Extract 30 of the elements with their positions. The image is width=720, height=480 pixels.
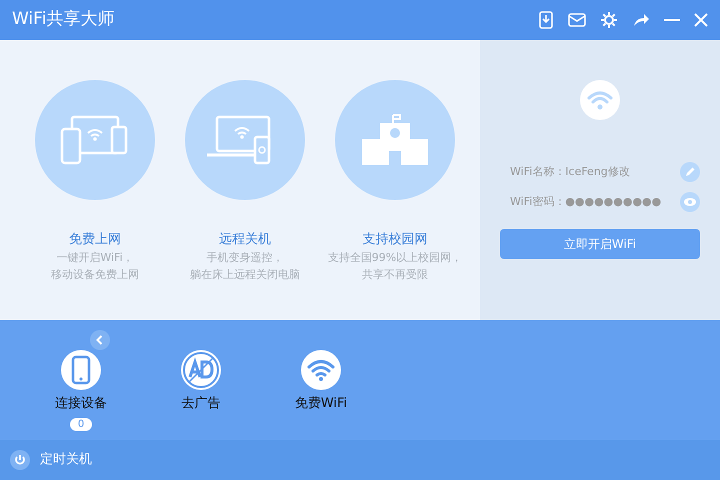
tool-label[interactable]: 去广告 <box>182 395 220 413</box>
device-count: 0 <box>70 418 92 431</box>
no-ads-icon[interactable] <box>181 350 221 390</box>
power-icon[interactable] <box>10 450 30 470</box>
wifi-name-label: WiFi名称：IceFeng修改 <box>510 164 630 180</box>
devices-icon <box>60 115 130 165</box>
feature-description: 躺在床上远程关闭电脑 <box>190 267 300 283</box>
mail-icon[interactable] <box>568 13 586 27</box>
share-arrow-icon[interactable] <box>632 13 650 27</box>
collapse-icon[interactable] <box>90 330 110 350</box>
feature-title: 支持校园网 <box>362 231 428 249</box>
school-building-icon <box>360 113 430 167</box>
phone-icon[interactable] <box>61 350 101 390</box>
wifi-icon <box>580 80 620 120</box>
feature-description: 移动设备免费上网 <box>51 267 139 283</box>
feature-description: 手机变身遥控， <box>206 250 284 266</box>
wifi-icon[interactable] <box>301 350 341 390</box>
wifi-password-label: WiFi密码：●●●●●●●●●● <box>510 194 662 210</box>
phone-download-icon[interactable] <box>538 11 554 29</box>
feature-title: 免费上网 <box>69 231 121 249</box>
settings-icon[interactable] <box>600 11 618 29</box>
tool-label[interactable]: 免费WiFi <box>294 395 348 413</box>
window-title: WiFi共享大师 <box>12 8 114 32</box>
feature-description: 共享不再受限 <box>362 267 428 283</box>
feature-description: 支持全国99%以上校园网， <box>328 250 462 266</box>
tool-label[interactable]: 连接设备 <box>55 395 107 413</box>
close-icon[interactable] <box>694 13 708 27</box>
minimize-icon[interactable] <box>664 18 680 22</box>
feature-description: 一键开启WiFi， <box>56 250 134 266</box>
feature-title: 远程关机 <box>219 231 271 249</box>
